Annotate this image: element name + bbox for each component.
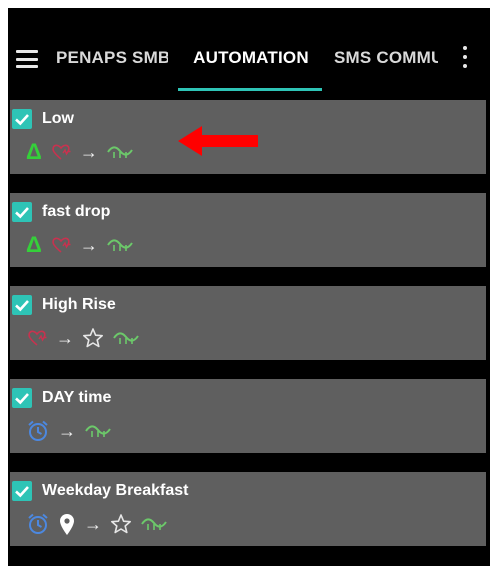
rule-card-weekday-breakfast[interactable]: Weekday Breakfast →: [10, 472, 486, 546]
rule-enabled-checkbox[interactable]: [12, 295, 32, 315]
rule-card-day-time[interactable]: DAY time →: [10, 379, 486, 453]
rule-title: fast drop: [42, 203, 111, 220]
active-tab-indicator: [178, 88, 322, 91]
tab-openaps-smb[interactable]: PENAPS SMB: [56, 48, 168, 68]
heart-rate-icon: [50, 140, 72, 164]
rule-enabled-checkbox[interactable]: [12, 109, 32, 129]
delta-icon: Δ: [26, 139, 42, 164]
rule-title: Weekday Breakfast: [42, 482, 189, 499]
profile-switch-icon: [106, 140, 134, 164]
alarm-clock-icon: [26, 419, 50, 443]
menu-icon[interactable]: [16, 50, 38, 68]
profile-switch-icon: [140, 512, 168, 536]
location-pin-icon: [58, 512, 76, 536]
arrow-right-icon: →: [58, 421, 76, 441]
rule-title: High Rise: [42, 296, 116, 313]
star-icon: [110, 512, 132, 536]
top-app-bar: PENAPS SMB AUTOMATION SMS COMMU: [8, 8, 490, 100]
profile-switch-icon: [106, 233, 134, 257]
rule-enabled-checkbox[interactable]: [12, 202, 32, 222]
rule-icons: Δ →: [26, 233, 134, 257]
delta-icon: Δ: [26, 232, 42, 257]
arrow-right-icon: →: [79, 142, 98, 162]
rule-enabled-checkbox[interactable]: [12, 388, 32, 408]
rule-icons: →: [26, 326, 140, 350]
annotation-arrow-icon: [178, 126, 258, 156]
profile-switch-icon: [84, 419, 112, 443]
rule-icons: Δ →: [26, 140, 134, 164]
profile-switch-icon: [112, 326, 140, 350]
arrow-right-icon: →: [56, 328, 74, 348]
tab-automation[interactable]: AUTOMATION: [186, 48, 316, 68]
heart-rate-icon: [50, 233, 72, 257]
rule-card-fast-drop[interactable]: fast drop Δ →: [10, 193, 486, 267]
rule-card-high-rise[interactable]: High Rise →: [10, 286, 486, 360]
arrow-right-icon: →: [79, 235, 98, 255]
phone-screen: PENAPS SMB AUTOMATION SMS COMMU Low Δ →: [8, 8, 490, 566]
rule-icons: →: [26, 419, 112, 443]
more-options-icon[interactable]: [460, 46, 470, 68]
heart-rate-icon: [26, 326, 48, 350]
rule-enabled-checkbox[interactable]: [12, 481, 32, 501]
star-icon: [82, 326, 104, 350]
tab-sms-communicator[interactable]: SMS COMMU: [334, 48, 438, 68]
rule-icons: →: [26, 512, 168, 536]
rule-title: Low: [42, 110, 74, 127]
alarm-clock-icon: [26, 512, 50, 536]
arrow-right-icon: →: [84, 514, 102, 534]
rule-title: DAY time: [42, 389, 112, 406]
